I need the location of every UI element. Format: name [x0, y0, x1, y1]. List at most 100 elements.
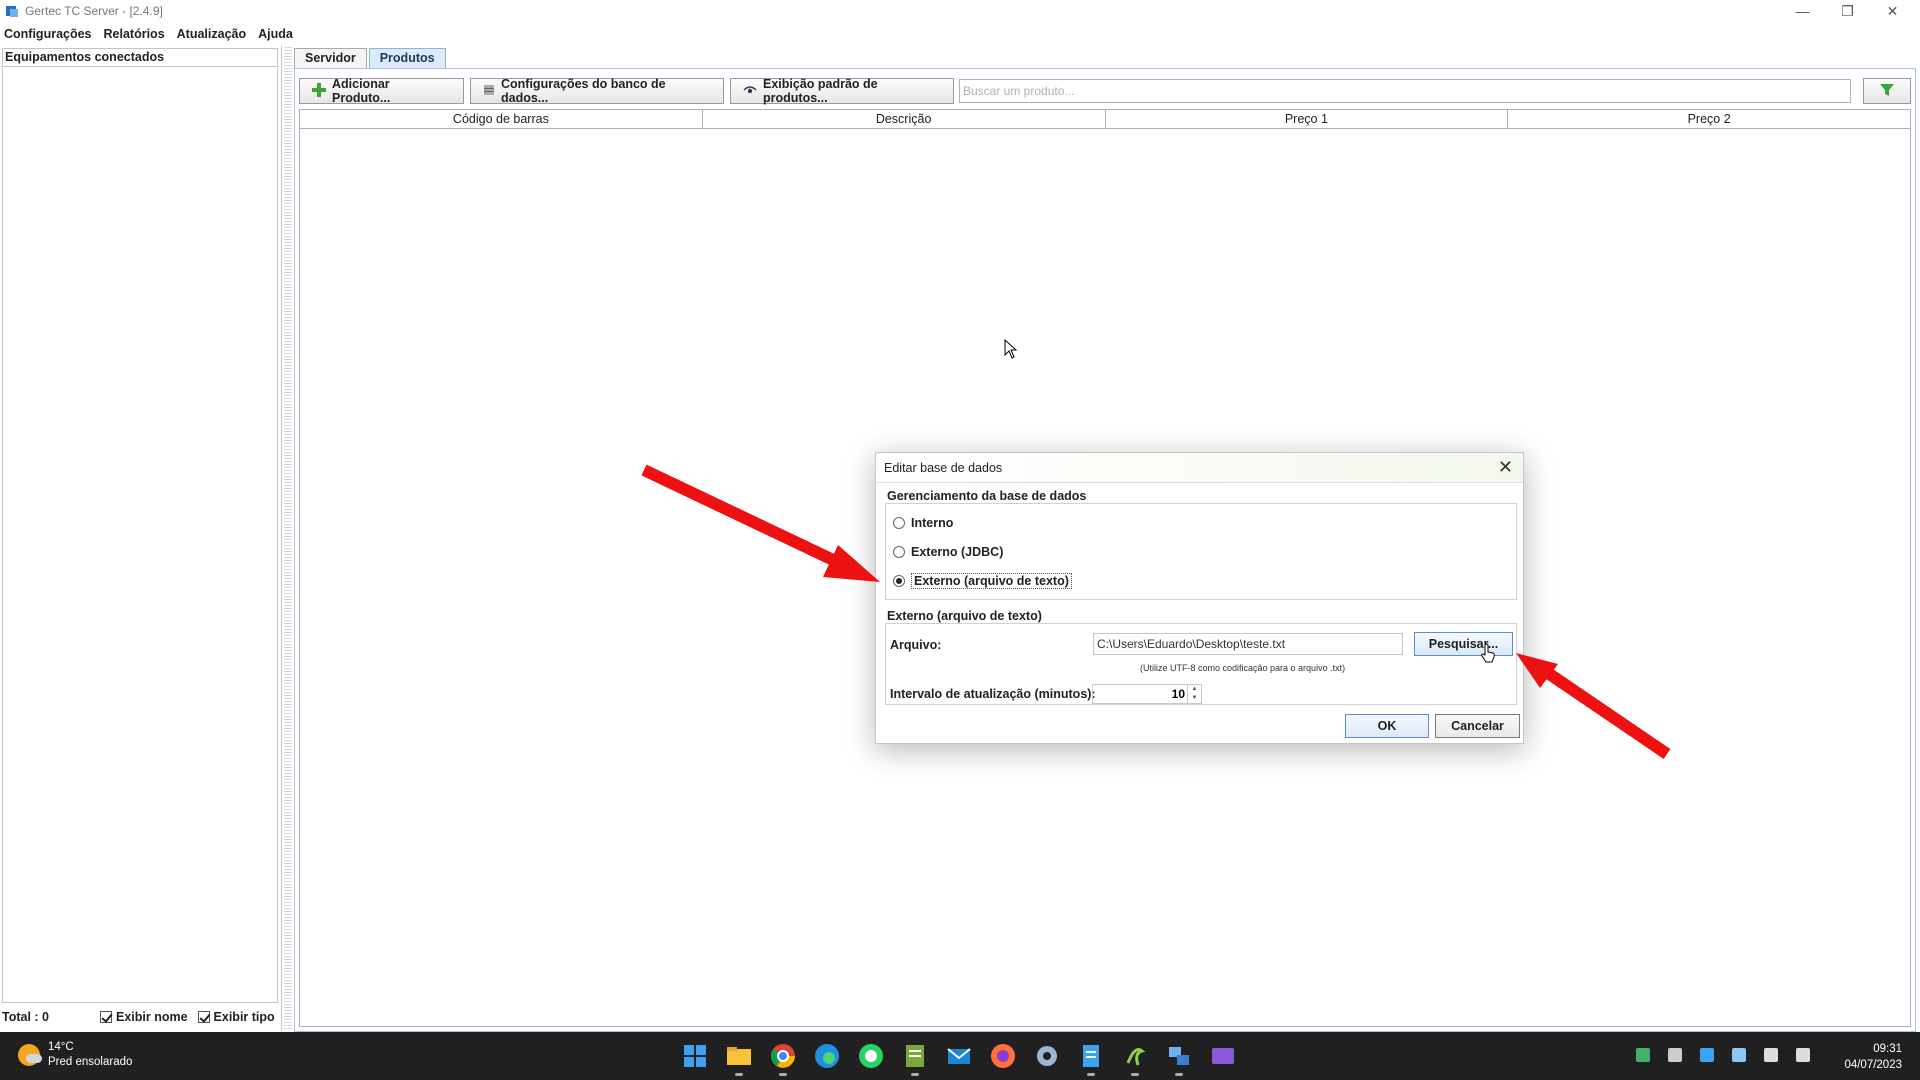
funnel-icon [1879, 82, 1895, 101]
filter-button[interactable] [1863, 78, 1911, 104]
interval-label: Intervalo de atualização (minutos): [890, 687, 1096, 701]
menu-relatorios[interactable]: Relatórios [104, 27, 165, 41]
cancel-button[interactable]: Cancelar [1435, 714, 1520, 738]
app-window: Gertec TC Server - [2.4.9] — ❐ ✕ Configu… [0, 0, 1920, 1080]
dialog-close-icon[interactable]: ✕ [1498, 453, 1513, 481]
db-management-group-label: Gerenciamento da base de dados [885, 489, 1089, 503]
radio-off-icon[interactable] [893, 517, 905, 529]
spinner-down-icon[interactable]: ▼ [1188, 694, 1201, 703]
interval-spinner[interactable]: 10 ▲ ▼ [1092, 684, 1202, 704]
app-icon[interactable] [1120, 1041, 1150, 1076]
spinner-up-icon[interactable]: ▲ [1188, 685, 1201, 694]
app-logo-icon [5, 4, 19, 18]
product-search-input[interactable]: Buscar um produto... [959, 79, 1851, 103]
column-header-price1[interactable]: Preço 1 [1106, 110, 1509, 128]
products-table-header: Código de barras Descrição Preço 1 Preço… [300, 110, 1910, 129]
tab-produtos[interactable]: Produtos [368, 48, 446, 68]
db-config-button[interactable]: Configurações do banco de dados... [470, 77, 724, 105]
main-tabs: Servidor Produtos [294, 48, 448, 68]
close-icon[interactable]: ✕ [1870, 0, 1915, 22]
mail-icon[interactable] [944, 1041, 974, 1071]
column-header-barcode[interactable]: Código de barras [300, 110, 703, 128]
db-config-label: Configurações do banco de dados... [501, 77, 666, 105]
radio-jdbc-label: Externo (JDBC) [911, 545, 1004, 559]
interval-value[interactable]: 10 [1172, 685, 1185, 703]
mouse-pointer-icon [1004, 338, 1018, 362]
default-view-button[interactable]: Exibição padrão de produtos... [730, 77, 954, 105]
radio-off-icon[interactable] [893, 546, 905, 558]
show-type-label: Exibir tipo [213, 1010, 275, 1024]
weather-description: Pred ensolarado [48, 1056, 133, 1068]
show-name-checkbox[interactable]: Exibir nome [100, 1010, 188, 1024]
taskbar-clock[interactable]: 09:31 04/07/2023 [1844, 1041, 1902, 1073]
shield-icon[interactable] [1700, 1048, 1714, 1062]
security-icon[interactable] [1636, 1048, 1650, 1062]
chrome-icon[interactable] [768, 1041, 798, 1076]
browse-button[interactable]: Pesquisar... [1414, 632, 1513, 656]
radio-externo-texto[interactable]: Externo (arquivo de texto) [893, 573, 1072, 589]
menu-ajuda[interactable]: Ajuda [258, 27, 293, 41]
tab-servidor[interactable]: Servidor [294, 48, 367, 68]
minimize-icon[interactable]: — [1780, 0, 1825, 22]
column-header-description[interactable]: Descrição [703, 110, 1106, 128]
dialog-title-bar: Editar base de dados ✕ [876, 453, 1523, 483]
taskbar: 14°C Pred ensolarado 09:31 04/07/2023 [0, 1032, 1920, 1080]
weather-temperature: 14°C [48, 1041, 74, 1053]
database-icon [483, 84, 495, 99]
default-view-label: Exibição padrão de produtos... [763, 77, 878, 105]
clock-time: 09:31 [1873, 1043, 1902, 1055]
external-text-group-label: Externo (arquivo de texto) [885, 609, 1044, 623]
devices-footer: Total : 0 Exibir nome Exibir tipo [2, 1006, 278, 1028]
spreadsheet-icon[interactable] [900, 1041, 930, 1076]
file-explorer-icon[interactable] [724, 1041, 754, 1076]
encoding-hint: (Utilize UTF-8 como codificação para o a… [1140, 663, 1346, 673]
dialog-title: Editar base de dados [884, 461, 1003, 475]
connected-devices-list[interactable] [2, 68, 278, 1003]
whatsapp-icon[interactable] [856, 1041, 886, 1071]
clock-date: 04/07/2023 [1844, 1059, 1902, 1071]
checkbox-checked-icon[interactable] [197, 1011, 210, 1023]
ok-button[interactable]: OK [1345, 714, 1429, 738]
restore-icon[interactable]: ❐ [1825, 0, 1870, 22]
radio-interno[interactable]: Interno [893, 516, 953, 530]
menu-bar: Configurações Relatórios Atualização Aju… [0, 23, 1920, 45]
hand-cursor-icon [1480, 643, 1496, 666]
radio-on-icon[interactable] [893, 575, 905, 587]
network-icon[interactable] [1164, 1041, 1194, 1076]
view-eye-icon [743, 84, 757, 99]
firefox-icon[interactable] [988, 1041, 1018, 1071]
title-bar: Gertec TC Server - [2.4.9] — ❐ ✕ [0, 0, 1920, 22]
video-icon[interactable] [1208, 1041, 1238, 1071]
file-label: Arquivo: [890, 638, 942, 652]
taskbar-apps [680, 1041, 1252, 1076]
add-product-button[interactable]: Adicionar Produto... [299, 77, 464, 105]
windows-start-icon[interactable] [680, 1041, 710, 1071]
radio-texto-label: Externo (arquivo de texto) [911, 573, 1072, 589]
show-type-checkbox[interactable]: Exibir tipo [197, 1010, 275, 1024]
settings-icon[interactable] [1032, 1041, 1062, 1071]
network-status-icon[interactable] [1764, 1048, 1778, 1062]
system-tray [1618, 1048, 1810, 1062]
products-toolbar: Adicionar Produto... Configurações do ba… [299, 77, 960, 105]
weather-widget[interactable]: 14°C Pred ensolarado [18, 1040, 132, 1070]
connected-devices-panel: Equipamentos conectados Total : 0 Exibir… [0, 46, 282, 1031]
show-name-label: Exibir nome [116, 1010, 188, 1024]
cloud-icon[interactable] [1732, 1048, 1746, 1062]
plus-icon [312, 82, 326, 100]
connected-devices-header: Equipamentos conectados [2, 48, 278, 67]
add-product-label: Adicionar Produto... [332, 77, 391, 105]
spinner-arrows[interactable]: ▲ ▼ [1187, 685, 1201, 703]
column-header-price2[interactable]: Preço 2 [1508, 110, 1910, 128]
notepad-icon[interactable] [1076, 1041, 1106, 1076]
menu-configuracoes[interactable]: Configurações [4, 27, 92, 41]
devices-total: Total : 0 [2, 1010, 49, 1024]
volume-icon[interactable] [1796, 1048, 1810, 1062]
menu-atualizacao[interactable]: Atualização [177, 27, 246, 41]
file-path-input[interactable]: C:\Users\Eduardo\Desktop\teste.txt [1093, 633, 1403, 655]
edge-icon[interactable] [812, 1041, 842, 1071]
radio-externo-jdbc[interactable]: Externo (JDBC) [893, 545, 1003, 559]
checkbox-checked-icon[interactable] [100, 1011, 112, 1023]
panel-splitter[interactable] [284, 46, 292, 1031]
usb-icon[interactable] [1668, 1048, 1682, 1062]
window-title: Gertec TC Server - [2.4.9] [25, 4, 163, 18]
